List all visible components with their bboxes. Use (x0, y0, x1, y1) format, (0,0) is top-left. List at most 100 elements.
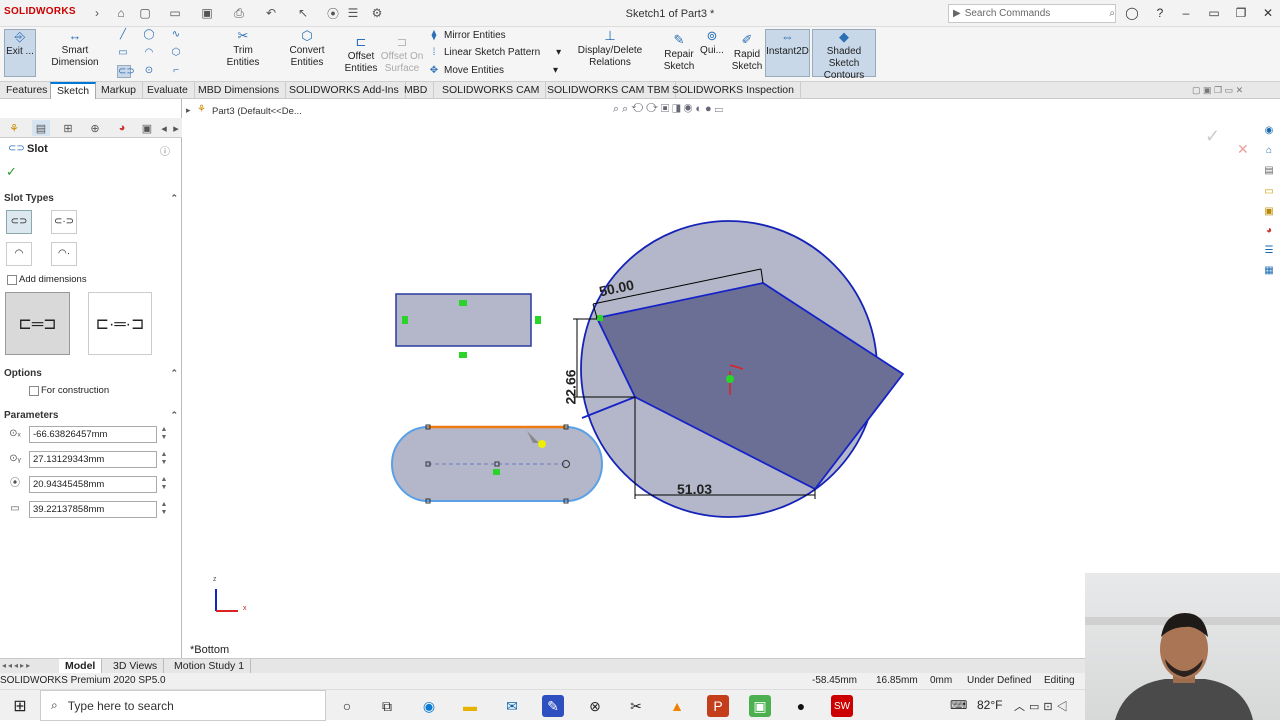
tab-solidworks-add-ins[interactable]: SOLIDWORKS Add-Ins (283, 82, 406, 99)
minimize-button[interactable]: – (1176, 4, 1196, 22)
cortana-icon[interactable]: ○ (336, 695, 358, 717)
select-cursor-icon[interactable]: ↖ (294, 5, 312, 21)
tab-motion-study[interactable]: Motion Study 1 (168, 659, 252, 674)
options-gear-icon[interactable]: ⚙ (368, 5, 386, 21)
three-point-arc-slot-option[interactable]: ◜◝ (6, 242, 32, 266)
home-icon[interactable]: ⌂ (1262, 143, 1276, 157)
center-x-spinner[interactable]: ▲ ▼ (159, 426, 169, 443)
slot-tool[interactable]: ⊂⊃ (117, 65, 135, 78)
tab-solidworks-cam-tbm[interactable]: SOLIDWORKS CAM TBM (541, 82, 677, 99)
dimension-51-03[interactable]: 51.03 (677, 481, 712, 497)
xbox-icon[interactable]: ⊗ (584, 695, 606, 717)
center-y-spinner[interactable]: ▲ ▼ (159, 451, 169, 468)
design-library-icon[interactable]: ▤ (1262, 163, 1276, 177)
circle-tool[interactable]: ◯ (143, 29, 155, 40)
tab-mbd[interactable]: MBD (398, 82, 435, 99)
rectangle-tool[interactable]: ▭ (117, 47, 129, 58)
rapid-sketch-button[interactable]: ✐ Rapid Sketch (730, 33, 764, 77)
help-icon[interactable]: ? (1150, 4, 1170, 22)
undo-icon[interactable]: ↶ (262, 5, 280, 21)
expand-arrow-icon[interactable]: › (88, 5, 106, 21)
custom-properties-icon[interactable]: ☰ (1262, 243, 1276, 257)
tab-solidworks-inspection[interactable]: SOLIDWORKS Inspection (666, 82, 801, 99)
collapse-icon[interactable]: ⌃ (170, 193, 178, 204)
tab-model[interactable]: Model (59, 659, 103, 674)
property-manager-icon[interactable]: ▤ (32, 120, 50, 136)
fillet-tool[interactable]: ⌐ (170, 65, 182, 76)
collapse-icon[interactable]: ⌃ (170, 368, 178, 379)
mail-icon[interactable]: ✉ (501, 695, 523, 717)
dimxpert-icon[interactable]: ⊕ (86, 120, 104, 136)
traffic-light-icon[interactable]: ⦿ (324, 5, 342, 21)
slot-width-field[interactable]: 20.94345458mm (29, 476, 157, 493)
exit-sketch-button[interactable]: ⎆ Exit ... (4, 29, 36, 77)
tab-markup[interactable]: Markup (95, 82, 144, 99)
quick-snaps-button[interactable]: ⊚ Qui... (700, 29, 724, 73)
for-construction-checkbox[interactable] (29, 386, 39, 396)
windows-start-icon[interactable]: ⊞ (9, 695, 31, 717)
display-delete-relations-button[interactable]: ⊥ Display/Delete Relations (560, 29, 660, 69)
slot-length-spinner[interactable]: ▲ ▼ (159, 501, 169, 518)
confirm-corner-cancel-icon[interactable]: ✕ (1237, 141, 1249, 158)
magnifier-icon[interactable]: ⌕ (1109, 8, 1115, 19)
options-header[interactable]: Options ⌃ (4, 368, 178, 379)
tab-3d-views[interactable]: 3D Views (107, 659, 165, 674)
forum-icon[interactable]: ▦ (1262, 263, 1276, 277)
user-account-icon[interactable]: ◯ (1122, 4, 1142, 22)
centerpoint-arc-slot-option[interactable]: ◠· (51, 242, 77, 266)
snipping-tool-icon[interactable]: ✂ (625, 695, 647, 717)
android-app-icon[interactable]: ▣ (749, 695, 771, 717)
new-document-icon[interactable]: ▢ (136, 5, 154, 21)
solidworks-resources-icon[interactable]: ◉ (1262, 123, 1276, 137)
help-icon[interactable]: ⓘ (160, 143, 170, 158)
slot-types-header[interactable]: Slot Types ⌃ (4, 193, 178, 204)
overall-length-option[interactable]: ⊏═⊐ (5, 292, 70, 355)
view-palette-icon[interactable]: ▣ (1262, 204, 1276, 218)
file-explorer-icon[interactable]: ▬ (459, 695, 481, 717)
slot-width-spinner[interactable]: ▲ ▼ (159, 476, 169, 493)
smart-dimension-button[interactable]: ↔ Smart Dimension (38, 29, 112, 77)
spline-tool[interactable]: ∿ (170, 29, 182, 40)
maximize-button[interactable]: ▭ (1204, 4, 1224, 22)
polygon-tool[interactable]: ⬡ (170, 47, 182, 58)
open-folder-icon[interactable]: ▭ (166, 5, 184, 21)
file-explorer-icon[interactable]: ▭ (1262, 184, 1276, 198)
center-x-field[interactable]: -66.63826457mm (29, 426, 157, 443)
slot-sketch[interactable] (391, 424, 603, 504)
tab-scroll-arrows[interactable]: ◂◂◂▸▸ (2, 661, 32, 670)
search-commands-box[interactable]: ▶ Search Commands ⌕ (948, 4, 1116, 23)
tab-features[interactable]: Features (0, 82, 55, 99)
close-button[interactable]: ✕ (1258, 4, 1278, 22)
pen-app-icon[interactable]: ✎ (542, 695, 564, 717)
window-layout-icons[interactable]: ▢ ▣ ❐ ▭ ✕ (1192, 85, 1243, 96)
dimension-22-66[interactable]: 22.66 (563, 369, 579, 404)
shaded-sketch-contours-button[interactable]: ◆ Shaded Sketch Contours (812, 29, 876, 81)
edge-browser-icon[interactable]: ◉ (418, 695, 440, 717)
collapse-icon[interactable]: ⌃ (170, 410, 178, 421)
confirm-corner-ok-icon[interactable]: ✓ (1205, 126, 1220, 147)
tab-evaluate[interactable]: Evaluate (141, 82, 195, 99)
repair-sketch-button[interactable]: ✎ Repair Sketch (663, 33, 695, 77)
arc-tool[interactable]: ◠ (143, 47, 155, 58)
display-manager-icon[interactable]: ◕ (113, 120, 131, 136)
instant2d-button[interactable]: ⇔ Instant2D (765, 29, 810, 77)
mirror-entities-button[interactable]: ⧫ Mirror Entities (428, 30, 506, 41)
straight-slot-option[interactable]: ⊂⊃ (6, 210, 32, 234)
feature-manager-icon[interactable]: ⚘ (5, 120, 23, 136)
weather-icon[interactable]: ⌨ (950, 698, 967, 712)
circle-polygon-sketch[interactable] (580, 220, 905, 518)
home-icon[interactable]: ⌂ (112, 5, 130, 21)
line-tool[interactable]: ╱ (117, 29, 129, 40)
save-icon[interactable]: ▣ (198, 5, 216, 21)
cam-manager-icon[interactable]: ▣ (138, 120, 156, 136)
move-entities-button[interactable]: ✥ Move Entities ▾ (428, 65, 558, 76)
powerpoint-icon[interactable]: P (707, 695, 729, 717)
convert-entities-button[interactable]: ⬡ Convert Entities (272, 29, 342, 69)
print-icon[interactable]: ⎙ (230, 5, 248, 21)
parameters-header[interactable]: Parameters ⌃ (4, 410, 178, 421)
appearances-icon[interactable]: ◕ (1262, 223, 1276, 237)
linear-sketch-pattern-button[interactable]: ⁞ Linear Sketch Pattern ▾ (428, 47, 562, 58)
tab-solidworks-cam[interactable]: SOLIDWORKS CAM (436, 82, 547, 99)
centerpoint-straight-slot-option[interactable]: ⊂·⊃ (51, 210, 77, 234)
point-tool[interactable]: ⊙ (143, 65, 155, 76)
